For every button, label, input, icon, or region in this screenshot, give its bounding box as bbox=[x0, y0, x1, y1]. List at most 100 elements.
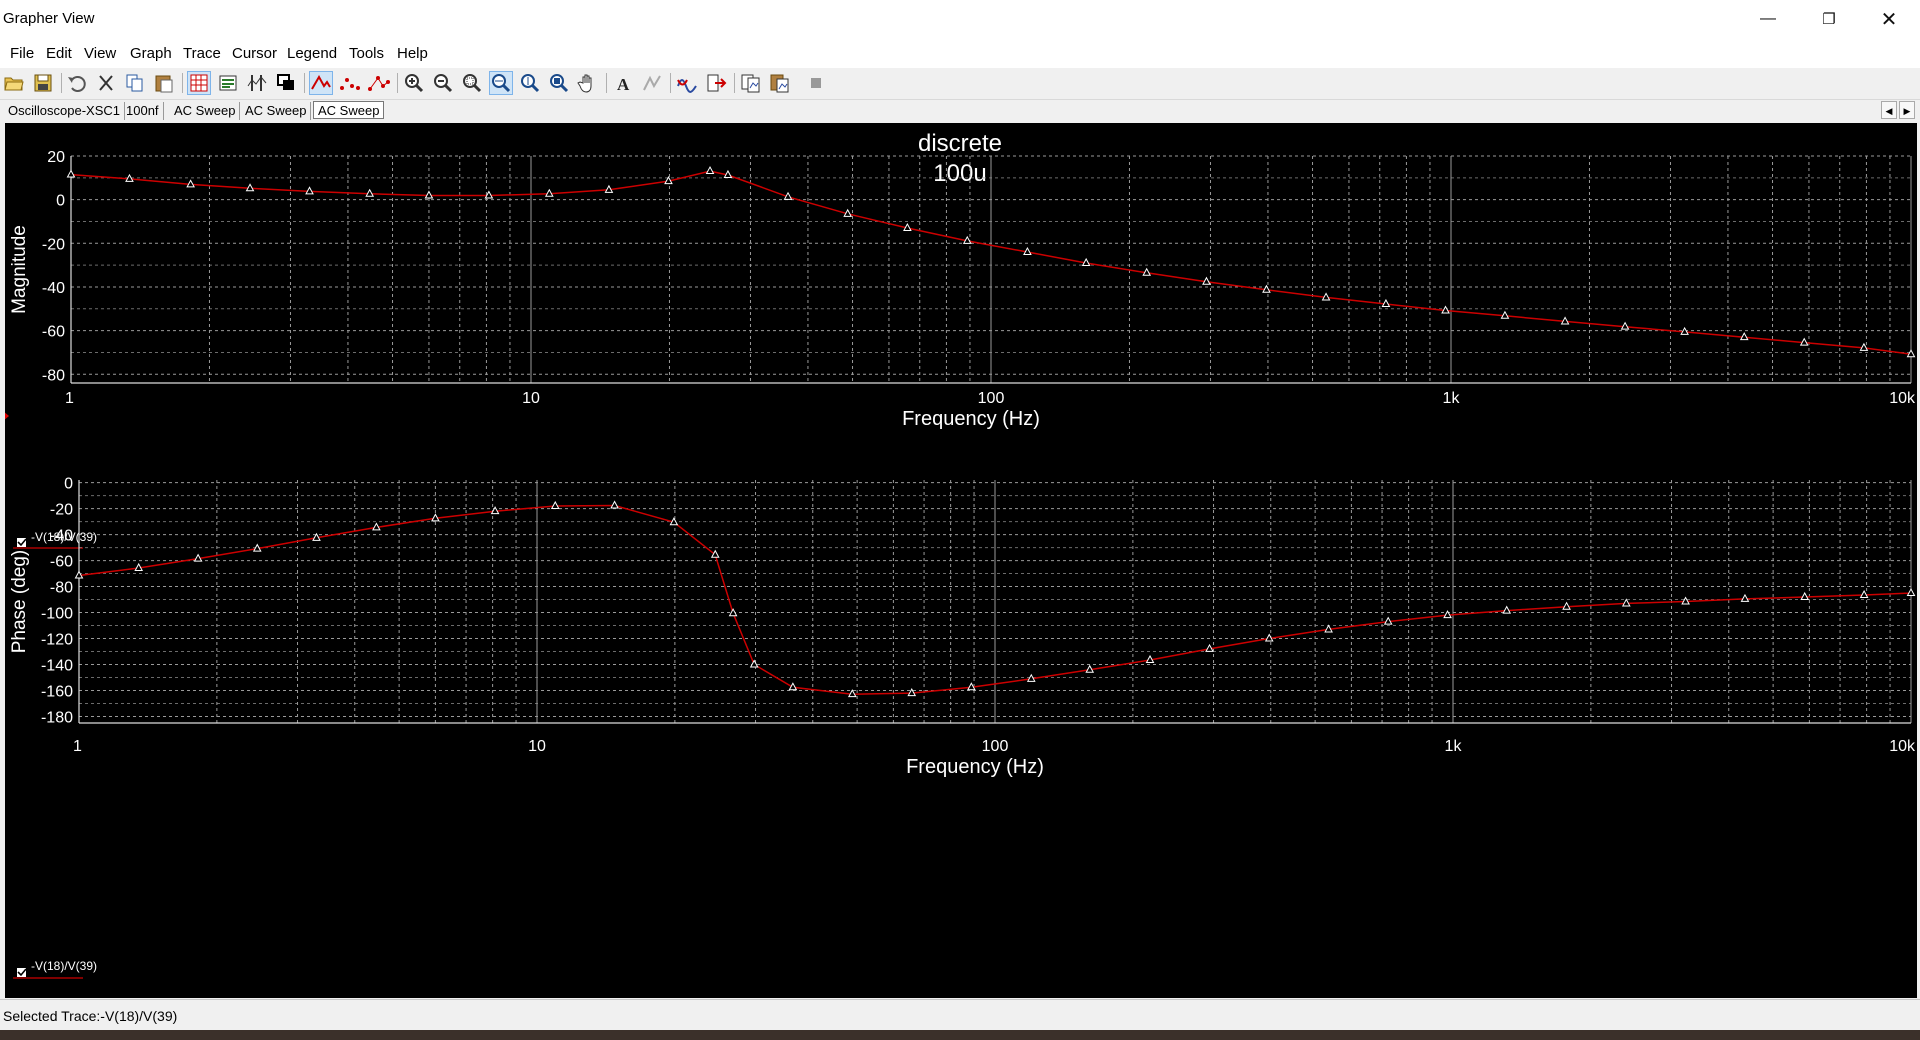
menu-file[interactable]: File bbox=[10, 45, 34, 62]
tab-oscilloscope-xsc1[interactable]: Oscilloscope-XSC1 bbox=[4, 102, 125, 120]
overlay-button[interactable] bbox=[275, 72, 297, 94]
undo-button[interactable] bbox=[66, 72, 88, 94]
pan-button[interactable] bbox=[577, 72, 599, 94]
tab-100nf[interactable]: 100nf bbox=[122, 102, 164, 120]
dots-lines-button[interactable] bbox=[368, 72, 390, 94]
data-marker bbox=[749, 659, 759, 668]
zoom-out-icon bbox=[434, 74, 453, 93]
dots-button[interactable] bbox=[339, 72, 361, 94]
title-bar: Grapher View — ❐ ✕ bbox=[0, 0, 1920, 38]
data-marker bbox=[66, 169, 76, 178]
data-marker bbox=[1906, 587, 1916, 597]
lines-icon bbox=[311, 74, 331, 90]
data-marker bbox=[705, 166, 715, 175]
tab-scroll-right-button[interactable]: ▶ bbox=[1899, 101, 1915, 119]
zoom-full-icon bbox=[550, 74, 569, 93]
zoom-full-button[interactable] bbox=[548, 72, 570, 94]
tab-ac-sweep-1[interactable]: AC Sweep bbox=[170, 102, 241, 120]
copy-button[interactable] bbox=[124, 72, 146, 94]
x-tick-label: 10 bbox=[528, 738, 546, 755]
y-tick-label: -40 bbox=[42, 280, 65, 297]
paste-graph-button[interactable] bbox=[769, 72, 791, 94]
x-tick-label: 1k bbox=[1445, 738, 1463, 755]
undo-icon bbox=[68, 76, 86, 92]
tab-scroll-left-button[interactable]: ◀ bbox=[1881, 101, 1897, 119]
x-axis-label: Frequency (Hz) bbox=[902, 408, 1040, 430]
x-tick-label: 1k bbox=[1443, 390, 1461, 407]
triangle-right-icon: ▶ bbox=[1903, 106, 1911, 116]
y-tick-label: -20 bbox=[50, 502, 73, 519]
menu-cursor[interactable]: Cursor bbox=[232, 45, 277, 62]
copy-graph-button[interactable] bbox=[740, 72, 762, 94]
zoom-x-icon bbox=[492, 74, 511, 93]
y-tick-label: 20 bbox=[47, 149, 65, 166]
properties-button[interactable] bbox=[641, 72, 663, 94]
legend-button[interactable] bbox=[217, 72, 239, 94]
toolbar-separator bbox=[397, 73, 398, 93]
cursors-button[interactable] bbox=[246, 72, 268, 94]
toolbar-separator bbox=[304, 73, 305, 93]
menu-view[interactable]: View bbox=[84, 45, 116, 62]
stop-button[interactable] bbox=[805, 72, 827, 94]
grid-icon bbox=[190, 74, 208, 92]
grid-button[interactable] bbox=[187, 71, 211, 95]
copy-icon bbox=[126, 74, 143, 92]
toolbar-separator bbox=[670, 73, 671, 93]
data-marker bbox=[710, 549, 720, 558]
y-tick-label: -120 bbox=[41, 632, 73, 649]
x-axis-label: Frequency (Hz) bbox=[906, 756, 1044, 778]
toolbar-separator bbox=[61, 73, 62, 93]
zoom-x-button[interactable] bbox=[489, 71, 513, 95]
close-button[interactable]: ✕ bbox=[1860, 0, 1918, 38]
dots-icon bbox=[340, 78, 360, 90]
menu-trace[interactable]: Trace bbox=[183, 45, 221, 62]
copy-graph-icon bbox=[741, 74, 760, 93]
save-icon bbox=[34, 74, 52, 92]
minimize-button[interactable]: — bbox=[1739, 0, 1797, 38]
menu-help[interactable]: Help bbox=[397, 45, 428, 62]
tab-bar: Oscilloscope-XSC1 100nf AC Sweep AC Swee… bbox=[0, 100, 1920, 122]
zoom-out-button[interactable] bbox=[432, 72, 454, 94]
paste-button[interactable] bbox=[153, 72, 175, 94]
taskbar-strip bbox=[0, 1030, 1920, 1040]
menu-tools[interactable]: Tools bbox=[349, 45, 384, 62]
zoom-y-button[interactable] bbox=[519, 72, 541, 94]
text-button[interactable]: A bbox=[612, 72, 634, 94]
close-icon: ✕ bbox=[1880, 8, 1898, 31]
y-tick-label: -60 bbox=[42, 324, 65, 341]
export-button[interactable] bbox=[705, 72, 727, 94]
y-tick-label: 0 bbox=[56, 193, 65, 210]
restore-button[interactable]: ❐ bbox=[1800, 0, 1858, 38]
dots-lines-icon bbox=[368, 76, 390, 91]
tab-ac-sweep-3[interactable]: AC Sweep bbox=[313, 101, 385, 119]
restore-icon: ❐ bbox=[1822, 11, 1836, 28]
lines-button[interactable] bbox=[309, 71, 333, 95]
save-button[interactable] bbox=[32, 72, 54, 94]
y-tick-label: -80 bbox=[42, 367, 65, 384]
bode-plot-svg: discrete 100u -V(18)/V(39) -V(18)/V(39) … bbox=[5, 130, 1916, 979]
minimize-icon: — bbox=[1760, 10, 1776, 27]
y-axis-label: Phase (deg) bbox=[9, 550, 30, 654]
toolbar-separator bbox=[182, 73, 183, 93]
y-tick-label: -140 bbox=[41, 658, 73, 675]
tab-ac-sweep-2[interactable]: AC Sweep bbox=[241, 102, 312, 120]
y-tick-label: -180 bbox=[41, 710, 73, 727]
menu-legend[interactable]: Legend bbox=[287, 45, 337, 62]
cursors-icon bbox=[247, 75, 267, 91]
phase-legend[interactable]: -V(18)/V(39) bbox=[13, 959, 97, 979]
y-tick-label: -60 bbox=[50, 554, 73, 571]
x-tick-label: 100 bbox=[982, 738, 1009, 755]
cut-icon bbox=[99, 75, 113, 91]
menu-edit[interactable]: Edit bbox=[46, 45, 72, 62]
zoom-area-icon bbox=[463, 74, 482, 93]
plot-area[interactable]: discrete 100u -V(18)/V(39) -V(18)/V(39) … bbox=[5, 123, 1917, 998]
text-icon: A bbox=[617, 75, 630, 94]
menu-graph[interactable]: Graph bbox=[130, 45, 172, 62]
magnitude-chart: 20 0 -20 -40 -60 -801 10 100 1k 10k Frequency (Hz)… bbox=[9, 149, 1916, 430]
cut-button[interactable] bbox=[95, 72, 117, 94]
zoom-in-button[interactable] bbox=[403, 72, 425, 94]
open-button[interactable] bbox=[3, 72, 25, 94]
y-tick-label: -80 bbox=[50, 580, 73, 597]
zoom-area-button[interactable] bbox=[461, 72, 483, 94]
reverse-colors-button[interactable] bbox=[676, 72, 698, 94]
